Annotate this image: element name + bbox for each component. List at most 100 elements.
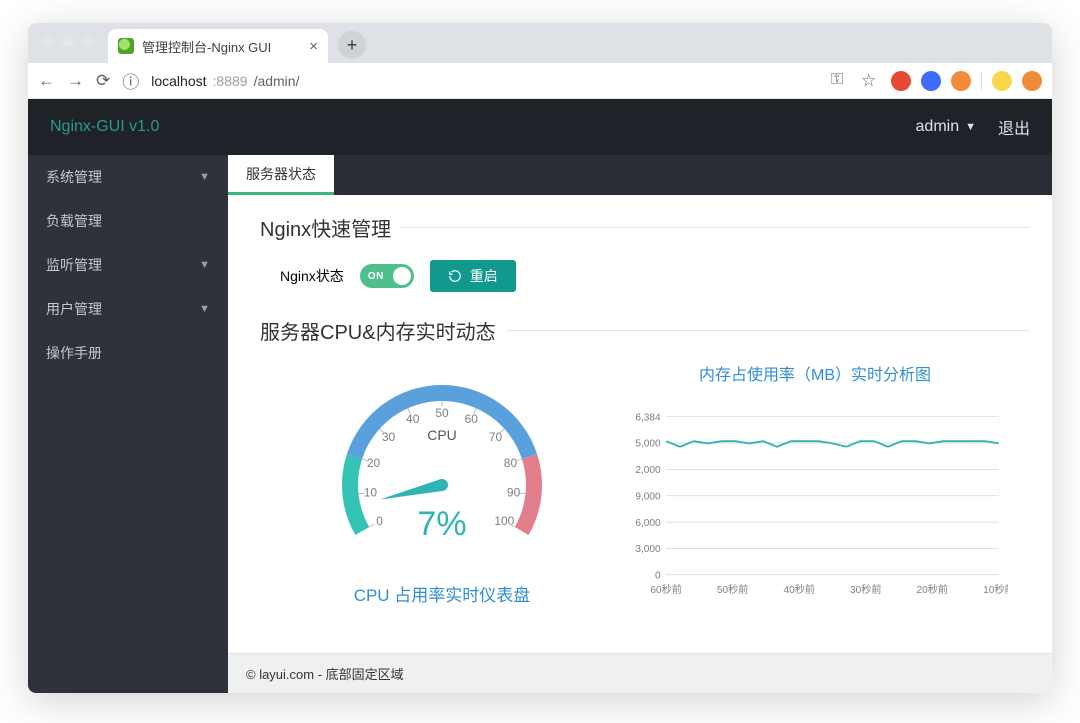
panel-nginx-quick: Nginx快速管理 Nginx状态 ON 重启: [250, 213, 1030, 298]
tab-server-status[interactable]: 服务器状态: [228, 155, 334, 195]
mem-line-chart: 6,384 5,000 2,000 9,000 6,000 3,000 0 60秒前 50秒前 4…: [622, 389, 1008, 619]
svg-text:10秒前: 10秒前: [983, 583, 1008, 596]
refresh-icon: [448, 269, 462, 283]
window-controls: [28, 23, 94, 47]
nginx-switch[interactable]: ON: [360, 264, 414, 288]
content-tabs: 服务器状态: [228, 155, 1052, 195]
svg-text:60: 60: [465, 412, 479, 426]
favicon-icon: [118, 38, 134, 54]
sidebar: 系统管理 ▼ 负载管理 监听管理 ▼ 用户管理 ▼ 操作手册: [28, 155, 228, 693]
sidebar-item-system[interactable]: 系统管理 ▼: [28, 155, 228, 199]
panel-cpu-mem: 服务器CPU&内存实时动态 0102030405060708090100CPU7…: [250, 316, 1030, 624]
svg-text:3,000: 3,000: [635, 544, 661, 555]
tab-label: 服务器状态: [246, 164, 316, 184]
bookmark-star-icon[interactable]: ☆: [861, 71, 881, 91]
svg-text:CPU: CPU: [427, 427, 457, 443]
user-name: admin: [916, 118, 960, 136]
traffic-dot[interactable]: [42, 35, 54, 47]
svg-text:50秒前: 50秒前: [717, 583, 748, 596]
extension-icon[interactable]: [921, 71, 941, 91]
info-icon[interactable]: ⓘ: [122, 68, 139, 93]
switch-knob: [393, 267, 411, 285]
password-key-icon[interactable]: ⚿: [831, 71, 851, 91]
extension-icon[interactable]: [891, 71, 911, 91]
status-label: Nginx状态: [280, 266, 344, 286]
nginx-status-row: Nginx状态 ON 重启: [280, 260, 1030, 292]
logout-link[interactable]: 退出: [998, 115, 1030, 139]
browser-tab[interactable]: 管理控制台-Nginx GUI ×: [108, 29, 328, 63]
svg-text:40秒前: 40秒前: [783, 583, 814, 596]
svg-text:30秒前: 30秒前: [850, 583, 881, 596]
mem-chart-title: 内存占使用率（MB）实时分析图: [622, 361, 1008, 385]
chevron-down-icon: ▼: [965, 121, 976, 133]
sidebar-item-load[interactable]: 负载管理: [28, 199, 228, 243]
svg-text:50: 50: [435, 406, 449, 420]
charts-row: 0102030405060708090100CPU7% CPU 占用率实时仪表盘…: [272, 355, 1008, 624]
main: 服务器状态 Nginx快速管理 Nginx状态 ON: [228, 155, 1052, 693]
switch-text: ON: [368, 271, 384, 282]
brand: Nginx-GUI v1.0: [50, 118, 159, 136]
reload-icon[interactable]: ⟳: [96, 71, 110, 91]
user-menu[interactable]: admin ▼: [916, 118, 976, 136]
sidebar-item-label: 系统管理: [46, 167, 102, 187]
svg-text:20秒前: 20秒前: [917, 583, 948, 596]
svg-text:20: 20: [367, 456, 381, 470]
sidebar-item-label: 监听管理: [46, 255, 102, 275]
sidebar-item-listen[interactable]: 监听管理 ▼: [28, 243, 228, 287]
svg-text:100: 100: [494, 514, 514, 528]
sidebar-item-label: 负载管理: [46, 211, 102, 231]
svg-text:40: 40: [406, 412, 420, 426]
address-bar: ← → ⟳ ⓘ localhost :8889/admin/ ⚿ ☆: [28, 63, 1052, 99]
svg-text:7%: 7%: [417, 505, 466, 543]
mem-chart-panel: 内存占使用率（MB）实时分析图 6,384 5,000 2,000 9,000 6,00…: [622, 355, 1008, 624]
tab-title: 管理控制台-Nginx GUI: [142, 37, 271, 56]
cpu-gauge: 0102030405060708090100CPU7%: [322, 355, 562, 575]
url-path: /admin/: [254, 73, 300, 89]
footer: © layui.com - 底部固定区域: [228, 653, 1052, 693]
chevron-down-icon: ▼: [199, 303, 210, 315]
extension-icon[interactable]: [992, 71, 1012, 91]
new-tab-button[interactable]: +: [338, 31, 366, 59]
browser-window: 管理控制台-Nginx GUI × + ← → ⟳ ⓘ localhost :88…: [28, 23, 1052, 693]
svg-text:60秒前: 60秒前: [650, 583, 681, 596]
sidebar-item-manual[interactable]: 操作手册: [28, 331, 228, 375]
restart-label: 重启: [470, 266, 498, 286]
svg-text:5,000: 5,000: [635, 439, 661, 450]
app-root: Nginx-GUI v1.0 admin ▼ 退出 系统管理 ▼ 负载管理 监听…: [28, 99, 1052, 693]
sidebar-item-label: 操作手册: [46, 343, 102, 363]
svg-text:9,000: 9,000: [635, 491, 661, 502]
toolbar-icons: ⚿ ☆: [831, 71, 1042, 91]
gauge-caption: CPU 占用率实时仪表盘: [354, 581, 531, 606]
svg-text:80: 80: [504, 456, 518, 470]
url-port: :8889: [213, 73, 248, 89]
traffic-dot[interactable]: [62, 35, 74, 47]
sidebar-item-label: 用户管理: [46, 299, 102, 319]
close-icon[interactable]: ×: [309, 38, 318, 55]
chevron-down-icon: ▼: [199, 259, 210, 271]
svg-text:2,000: 2,000: [635, 465, 661, 476]
divider: [981, 71, 982, 91]
chevron-down-icon: ▼: [199, 171, 210, 183]
restart-button[interactable]: 重启: [430, 260, 516, 292]
url-host: localhost: [151, 73, 206, 89]
extension-icon[interactable]: [1022, 71, 1042, 91]
traffic-dot[interactable]: [82, 35, 94, 47]
cpu-gauge-panel: 0102030405060708090100CPU7% CPU 占用率实时仪表盘: [272, 355, 612, 624]
panel-legend: Nginx快速管理: [250, 213, 401, 242]
panel-legend: 服务器CPU&内存实时动态: [250, 316, 506, 345]
tab-strip: 管理控制台-Nginx GUI × +: [28, 23, 1052, 63]
forward-icon[interactable]: →: [67, 71, 84, 91]
svg-text:6,000: 6,000: [635, 518, 661, 529]
back-icon[interactable]: ←: [38, 71, 55, 91]
extension-icon[interactable]: [951, 71, 971, 91]
svg-text:90: 90: [507, 486, 521, 500]
svg-text:0: 0: [376, 514, 383, 528]
svg-text:0: 0: [655, 570, 661, 581]
app-header: Nginx-GUI v1.0 admin ▼ 退出: [28, 99, 1052, 155]
svg-text:10: 10: [364, 486, 378, 500]
svg-text:30: 30: [382, 430, 396, 444]
content: Nginx快速管理 Nginx状态 ON 重启: [228, 195, 1052, 653]
url-field[interactable]: localhost :8889/admin/: [151, 73, 819, 89]
svg-text:6,384: 6,384: [635, 412, 661, 423]
sidebar-item-user[interactable]: 用户管理 ▼: [28, 287, 228, 331]
